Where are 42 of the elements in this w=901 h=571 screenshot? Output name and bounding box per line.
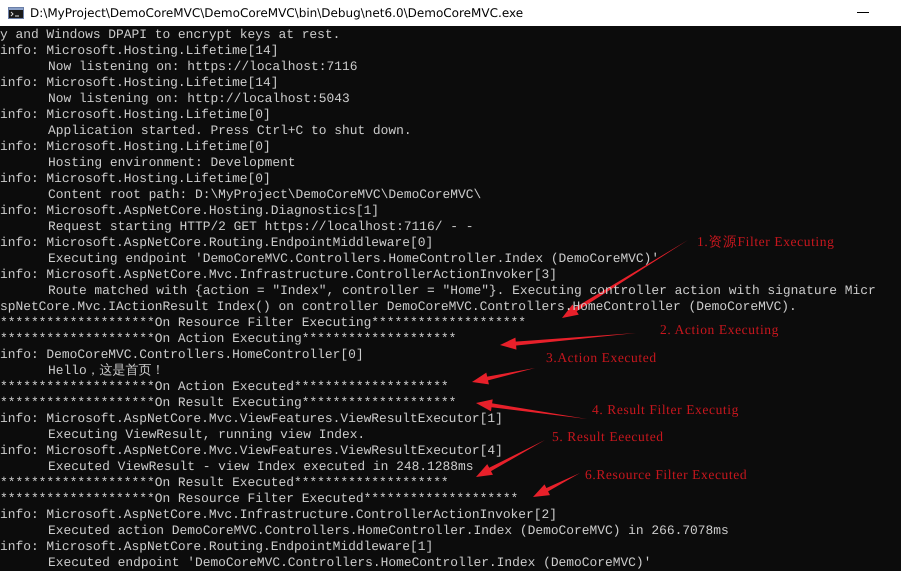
console-line: info: Microsoft.Hosting.Lifetime[0] (0, 107, 271, 123)
console-line: Executed action DemoCoreMVC.Controllers.HomeController.Index (DemoCoreMVC) in 266.7078ms (47, 523, 729, 539)
console-line: info: Microsoft.AspNetCore.Mvc.Infrastructure.ControllerActionInvoker[3] (0, 267, 557, 283)
console-line: info: Microsoft.Hosting.Lifetime[0] (0, 171, 271, 187)
console-line: info: Microsoft.Hosting.Lifetime[0] (0, 139, 271, 155)
console-line: info: Microsoft.Hosting.Lifetime[14] (0, 75, 278, 91)
annotation-label: 1.资源Filter Executing (697, 234, 834, 250)
console-line: Hello，这是首页！ (47, 363, 165, 379)
console-line: ********************On Resource Filter Executed******************** (0, 491, 518, 507)
console-line: ********************On Resource Filter Executing******************** (0, 315, 526, 331)
console-icon (8, 7, 24, 19)
console-line: info: Microsoft.AspNetCore.Mvc.ViewFeatures.ViewResultExecutor[4] (0, 443, 503, 459)
console-line: Now listening on: https://localhost:7116 (47, 59, 358, 75)
console-line: info: DemoCoreMVC.Controllers.HomeController[0] (0, 347, 364, 363)
console-line: ********************On Result Executing******************** (0, 395, 456, 411)
minimize-icon[interactable] (857, 12, 869, 14)
console-line: info: Microsoft.AspNetCore.Mvc.Infrastructure.ControllerActionInvoker[2] (0, 507, 557, 523)
window-title: D:\MyProject\DemoCoreMVC\DemoCoreMVC\bin\Debug\net6.0\DemoCoreMVC.exe (30, 6, 524, 20)
console-line: info: Microsoft.AspNetCore.Routing.EndpointMiddleware[1] (0, 539, 434, 555)
annotation-label: 2. Action Executing (660, 322, 780, 338)
console-line: info: Microsoft.AspNetCore.Mvc.ViewFeatures.ViewResultExecutor[1] (0, 411, 503, 427)
console-line: y and Windows DPAPI to encrypt keys at rest. (0, 27, 340, 43)
console-line: Hosting environment: Development (47, 155, 296, 171)
console-line: ********************On Action Executed******************** (0, 379, 449, 395)
console-line: Now listening on: http://localhost:5043 (47, 91, 350, 107)
annotation-label: 6.Resource Filter Executed (585, 467, 748, 483)
console-line: info: Microsoft.AspNetCore.Routing.EndpointMiddleware[0] (0, 235, 434, 251)
console-line: ********************On Result Executed******************** (0, 475, 449, 491)
console-line: info: Microsoft.AspNetCore.Hosting.Diagnostics[1] (0, 203, 380, 219)
arrow (472, 368, 535, 384)
console-line: info: Microsoft.Hosting.Lifetime[14] (0, 43, 278, 59)
console-line: Executed endpoint 'DemoCoreMVC.Controllers.HomeController.Index (DemoCoreMVC)' (47, 555, 652, 571)
annotation-label: 4. Result Filter Executig (592, 402, 739, 418)
console-line: ********************On Action Executing******************** (0, 331, 456, 347)
console-line: Request starting HTTP/2 GET https://localhost:7116/ - - (47, 219, 474, 235)
console-line: Content root path: D:\MyProject\DemoCoreMVC\DemoCoreMVC\ (47, 187, 482, 203)
console-line: Executing endpoint 'DemoCoreMVC.Controllers.HomeController.Index (DemoCoreMVC)' (47, 251, 660, 267)
annotation-label: 5. Result Eeecuted (552, 429, 664, 445)
console-line: Executed ViewResult - view Index executed in 248.1288ms (47, 459, 474, 475)
console-line: Executing ViewResult, running view Index. (47, 427, 366, 443)
annotation-label: 3.Action Executed (546, 350, 657, 366)
console-line: Application started. Press Ctrl+C to shut down. (47, 123, 412, 139)
